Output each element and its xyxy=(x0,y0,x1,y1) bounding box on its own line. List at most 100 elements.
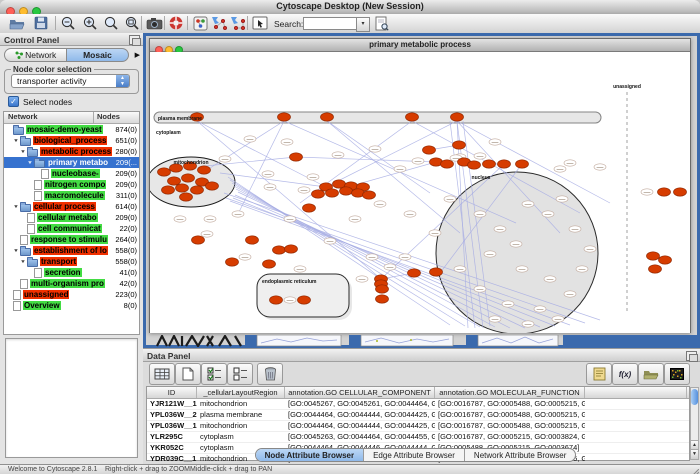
graph-node[interactable] xyxy=(226,258,239,266)
zoom-out-icon[interactable] xyxy=(58,15,78,31)
graph-node[interactable] xyxy=(180,193,193,201)
tree-row[interactable]: ▼cellular process614(0) xyxy=(4,201,139,212)
help-icon[interactable] xyxy=(166,15,186,31)
graph-node[interactable] xyxy=(321,113,334,121)
graph-node[interactable] xyxy=(273,246,286,254)
graph-node[interactable] xyxy=(423,146,436,154)
graph-node[interactable] xyxy=(376,285,389,293)
network-graph[interactable]: plasma membranecytoplasmmitochondrionnuc… xyxy=(150,52,690,333)
tab-mosaic[interactable]: Mosaic xyxy=(66,48,129,62)
tree-row[interactable]: unassigned223(0) xyxy=(4,289,139,300)
scrollbar-thumb[interactable] xyxy=(691,389,698,405)
graph-node[interactable] xyxy=(483,160,496,168)
node-color-dropdown[interactable]: transporter activity ▲▼ xyxy=(11,74,130,88)
graph-node[interactable] xyxy=(647,252,660,260)
graph-node[interactable] xyxy=(246,236,259,244)
tree-row[interactable]: response to stimulu264(0) xyxy=(4,234,139,245)
column-header[interactable]: annotation.GO MOLECULAR_FUNCTION xyxy=(435,387,585,398)
tab-network-attribute-browser[interactable]: Network Attribute Browser xyxy=(465,449,575,461)
tree-row[interactable]: multi-organism pro42(0) xyxy=(4,278,139,289)
tree-row[interactable]: cell communicat22(0) xyxy=(4,223,139,234)
graph-node[interactable] xyxy=(516,160,529,168)
graph-node[interactable] xyxy=(270,296,283,304)
table-row[interactable]: YJR121W__1mitochondrion[GO:0045267, GO:0… xyxy=(147,399,689,410)
graph-node[interactable] xyxy=(441,160,454,168)
graph-node[interactable] xyxy=(408,269,421,277)
graph-node[interactable] xyxy=(298,296,311,304)
float-panel-icon[interactable] xyxy=(129,35,140,45)
graph-node[interactable] xyxy=(312,190,325,198)
tree-col-network[interactable]: Network xyxy=(4,112,93,123)
expander-icon[interactable]: ▼ xyxy=(13,204,20,209)
graph-node[interactable] xyxy=(168,177,181,185)
graph-node[interactable] xyxy=(290,153,303,161)
attribute-matrix-icon[interactable] xyxy=(664,363,690,385)
tree-row[interactable]: ▼transport558(0) xyxy=(4,256,139,267)
tree-row[interactable]: macromolecule311(0) xyxy=(4,190,139,201)
search-input[interactable] xyxy=(303,17,358,30)
table-row[interactable]: YLR295Ccytoplasm[GO:0045263, GO:0044464,… xyxy=(147,432,689,443)
table-row[interactable]: YPL036W__1mitochondrion[GO:0044464, GO:0… xyxy=(147,421,689,432)
tree-row[interactable]: ▼establishment of lo558(0) xyxy=(4,245,139,256)
search-dropdown-icon[interactable]: ▾ xyxy=(356,17,370,32)
float-panel-icon[interactable] xyxy=(686,351,697,361)
graph-node[interactable] xyxy=(406,113,419,121)
graph-node[interactable] xyxy=(198,166,211,174)
tree-row[interactable]: ▼biological_process651(0) xyxy=(4,135,139,146)
select-attributes-icon[interactable] xyxy=(201,363,227,385)
tab-network[interactable]: Network xyxy=(4,48,67,62)
scroll-down-icon[interactable]: ▼ xyxy=(691,449,698,459)
graph-node[interactable] xyxy=(340,187,353,195)
attribute-table-icon[interactable] xyxy=(149,363,175,385)
graph-node[interactable] xyxy=(191,186,204,194)
delete-attribute-icon[interactable] xyxy=(257,363,283,385)
tree-col-nodes[interactable]: Nodes xyxy=(93,112,139,123)
tree-row[interactable]: Overview8(0) xyxy=(4,300,139,311)
graph-node[interactable] xyxy=(192,236,205,244)
graph-node[interactable] xyxy=(658,188,671,196)
expander-icon[interactable]: ▼ xyxy=(20,149,27,154)
save-icon[interactable] xyxy=(31,15,51,31)
column-header[interactable] xyxy=(585,387,687,398)
apply-layout-icon[interactable] xyxy=(209,15,229,31)
expander-icon[interactable]: ▼ xyxy=(20,259,27,264)
tree-row[interactable]: nitrogen compo209(0) xyxy=(4,179,139,190)
table-scrollbar[interactable]: ▲ ▼ xyxy=(690,387,699,460)
tab-edge-attribute-browser[interactable]: Edge Attribute Browser xyxy=(364,449,465,461)
graph-node[interactable] xyxy=(285,245,298,253)
search-options-icon[interactable] xyxy=(372,15,392,31)
network-canvas[interactable]: plasma membranecytoplasmmitochondrionnuc… xyxy=(150,52,690,333)
column-header[interactable]: _cellularLayoutRegion xyxy=(197,387,285,398)
tree-row[interactable]: mosaic-demo-yeast874(0) xyxy=(4,124,139,135)
layout-settings-icon[interactable] xyxy=(228,15,248,31)
tree-row[interactable]: nucleobase-209(0) xyxy=(4,168,139,179)
graph-node[interactable] xyxy=(263,260,276,268)
expander-icon[interactable]: ▼ xyxy=(13,248,20,253)
network-window-titlebar[interactable]: primary metabolic process xyxy=(150,39,690,52)
table-row[interactable]: YPL036W__2plasma membrane[GO:0044464, GO… xyxy=(147,410,689,421)
graph-node[interactable] xyxy=(430,268,443,276)
expander-icon[interactable]: ▼ xyxy=(27,160,34,165)
graph-node[interactable] xyxy=(162,186,175,194)
graph-node[interactable] xyxy=(158,168,171,176)
graph-node[interactable] xyxy=(453,141,466,149)
graph-node[interactable] xyxy=(363,191,376,199)
graph-node[interactable] xyxy=(182,174,195,182)
column-header[interactable]: annotation.GO CELLULAR_COMPONENT xyxy=(285,387,435,398)
tree-row[interactable]: ▼metabolic process280(0) xyxy=(4,146,139,157)
graph-node[interactable] xyxy=(451,113,464,121)
expander-icon[interactable]: ▼ xyxy=(13,138,20,143)
annotation-icon[interactable] xyxy=(250,15,270,31)
unselect-attributes-icon[interactable] xyxy=(227,363,253,385)
birdseye-view[interactable] xyxy=(5,338,138,458)
column-header[interactable]: ID xyxy=(147,387,197,398)
graph-node[interactable] xyxy=(176,184,189,192)
open-icon[interactable] xyxy=(7,15,27,31)
tab-overflow-icon[interactable]: ▶ xyxy=(135,51,140,59)
snapshot-icon[interactable] xyxy=(144,15,164,31)
tree-row[interactable]: secretion41(0) xyxy=(4,267,139,278)
graph-node[interactable] xyxy=(278,113,291,121)
resize-grip-icon[interactable] xyxy=(690,465,699,474)
tab-node-attribute-browser[interactable]: Node Attribute Browser xyxy=(256,449,365,461)
tree-row[interactable]: cellular metabo209(0) xyxy=(4,212,139,223)
